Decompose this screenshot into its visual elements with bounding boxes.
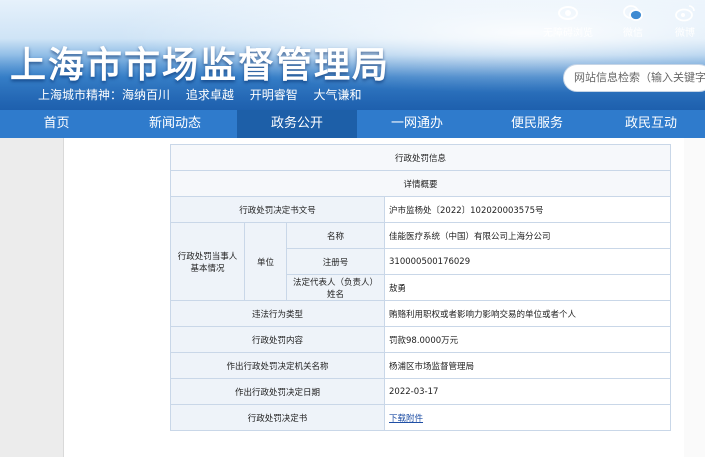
weibo-link[interactable]: 微博 bbox=[655, 4, 705, 39]
city-slogan: 上海城市精神：海纳百川 追求卓越 开明睿智 大气谦和 bbox=[38, 86, 374, 103]
site-title: 上海市市场监督管理局 bbox=[10, 44, 391, 86]
violation-type-value: 贿赂利用职权或者影响力影响交易的单位或者个人 bbox=[383, 300, 672, 327]
slogan-part: 大气谦和 bbox=[313, 88, 362, 102]
penalty-info-table: 行政处罚信息 详情概要 行政处罚决定书文号 沪市监杨处〔2022〕1020200… bbox=[169, 144, 672, 431]
nav-item-gov-affairs[interactable]: 政务公开 bbox=[237, 110, 357, 138]
weibo-icon bbox=[675, 5, 695, 22]
accessibility-link[interactable]: 无障碍浏览 bbox=[538, 4, 598, 39]
slogan-part: 上海城市精神：海纳百川 bbox=[38, 88, 171, 102]
download-attachment-link[interactable]: 下载附件 bbox=[389, 414, 423, 424]
authority-value: 杨浦区市场监督管理局 bbox=[383, 352, 672, 379]
penalty-content-label: 行政处罚内容 bbox=[170, 326, 385, 353]
site-search-input[interactable]: 网站信息检索（输入关键字 bbox=[563, 64, 705, 92]
site-header: 上海市市场监督管理局 上海城市精神：海纳百川 追求卓越 开明睿智 大气谦和 无障… bbox=[0, 0, 705, 110]
table-title: 行政处罚信息 bbox=[169, 144, 672, 171]
slogan-part: 开明睿智 bbox=[249, 88, 298, 102]
company-name-value: 佳能医疗系统（中国）有限公司上海分公司 bbox=[383, 222, 672, 249]
doc-number-value: 沪市监杨处〔2022〕102020003575号 bbox=[383, 196, 672, 223]
table-subtitle: 详情概要 bbox=[169, 170, 672, 197]
left-sidebar-panel bbox=[0, 138, 64, 457]
eye-icon bbox=[558, 6, 578, 20]
decision-document-cell: 下载附件 bbox=[383, 404, 672, 431]
violation-type-label: 违法行为类型 bbox=[170, 300, 385, 327]
wechat-link[interactable]: 微信 bbox=[603, 4, 663, 39]
nav-item-home[interactable]: 首页 bbox=[0, 110, 113, 138]
nav-item-public-services[interactable]: 便民服务 bbox=[477, 110, 597, 138]
penalty-content-value: 罚款98.0000万元 bbox=[383, 326, 672, 353]
doc-number-label: 行政处罚决定书文号 bbox=[170, 196, 385, 223]
nav-item-online-services[interactable]: 一网通办 bbox=[357, 110, 477, 138]
company-name-label: 名称 bbox=[286, 222, 385, 249]
legal-rep-label: 法定代表人（负责人）姓名 bbox=[286, 274, 385, 301]
wechat-label: 微信 bbox=[623, 28, 643, 39]
slogan-part: 追求卓越 bbox=[185, 88, 234, 102]
registration-label: 注册号 bbox=[286, 248, 385, 275]
right-margin-panel bbox=[684, 138, 705, 457]
nav-item-interaction[interactable]: 政民互动 bbox=[597, 110, 705, 138]
decision-date-value: 2022-03-17 bbox=[383, 378, 672, 405]
wechat-icon bbox=[623, 5, 643, 21]
decision-date-label: 作出行政处罚决定日期 bbox=[170, 378, 385, 405]
registration-value: 310000500176029 bbox=[383, 248, 672, 275]
decision-document-label: 行政处罚决定书 bbox=[170, 404, 385, 431]
accessibility-label: 无障碍浏览 bbox=[543, 28, 593, 39]
party-type-label: 单位 bbox=[244, 222, 287, 301]
legal-rep-value: 敖勇 bbox=[383, 274, 672, 301]
authority-label: 作出行政处罚决定机关名称 bbox=[170, 352, 385, 379]
party-info-label: 行政处罚当事人基本情况 bbox=[170, 222, 245, 301]
weibo-label: 微博 bbox=[675, 28, 695, 39]
nav-item-news[interactable]: 新闻动态 bbox=[113, 110, 237, 138]
main-nav: 首页 新闻动态 政务公开 一网通办 便民服务 政民互动 bbox=[0, 110, 705, 138]
